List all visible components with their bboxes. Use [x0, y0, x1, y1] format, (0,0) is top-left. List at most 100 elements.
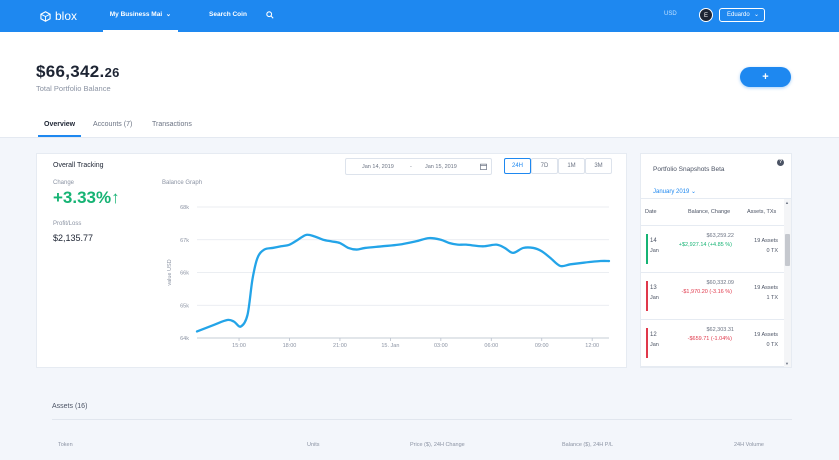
- add-button[interactable]: +: [740, 67, 791, 87]
- snapshot-assets: 19 Assets: [754, 285, 778, 291]
- scroll-down-icon[interactable]: ▼: [785, 361, 789, 366]
- snapshot-month: Jan: [650, 342, 659, 348]
- chevron-down-icon: ⌄: [689, 189, 697, 195]
- snapshot-tx: 0 TX: [766, 248, 778, 254]
- nav-search-coin[interactable]: Search Coin: [209, 0, 247, 32]
- snapshots-title: Portfolio Snapshots Beta: [653, 166, 725, 173]
- total-balance: $66,342.26: [36, 62, 120, 82]
- snapshot-day: 14: [650, 238, 657, 244]
- blox-logo-icon: [40, 10, 51, 22]
- profit-loss-label: Profit/Loss: [53, 221, 82, 227]
- col-24h-volume[interactable]: 24H Volume: [734, 442, 764, 448]
- col-price-change[interactable]: Price ($), 24H Change: [410, 442, 465, 448]
- chevron-down-icon: ⌄: [163, 11, 172, 18]
- trend-bar: [646, 328, 648, 358]
- change-percent: +3.33%: [53, 188, 112, 207]
- arrow-up-icon: ↑: [111, 188, 120, 207]
- range-3m-button[interactable]: 3M: [585, 158, 612, 174]
- y-tick-label: 64k: [180, 336, 189, 342]
- snapshot-row[interactable]: 11Jan$62,963.2219 Assets: [641, 366, 784, 367]
- tracking-title: Overall Tracking: [53, 162, 104, 169]
- range-24h-button[interactable]: 24H: [504, 158, 531, 174]
- range-7d-button[interactable]: 7D: [531, 158, 558, 174]
- divider: [52, 419, 792, 420]
- currency-selector[interactable]: USD: [664, 11, 677, 17]
- x-tick-label: 06:00: [484, 343, 498, 349]
- chevron-down-icon: ⌄: [753, 12, 759, 18]
- tab-accounts[interactable]: Accounts (7): [93, 121, 132, 128]
- snapshot-day: 13: [650, 285, 657, 291]
- snapshot-balance: $63,259.22: [706, 233, 734, 239]
- month-label: January 2019: [653, 189, 690, 195]
- user-name: Eduardo: [727, 12, 750, 18]
- col-balance-pl[interactable]: Balance ($), 24H P/L: [562, 442, 613, 448]
- snapshot-change: +$2,927.14 (+4.85 %): [678, 242, 732, 248]
- avatar[interactable]: E: [699, 8, 713, 22]
- snapshot-balance: $60,332.09: [706, 280, 734, 286]
- month-selector[interactable]: January 2019 ⌄: [653, 188, 696, 195]
- scroll-up-icon[interactable]: ▲: [785, 200, 789, 205]
- balance-chart: 68k 67k 66k 65k 64k 15:00 18:00 21:00 15. Jan 03:…: [167, 205, 611, 349]
- profit-loss-value: $2,135.77: [53, 233, 94, 243]
- overall-tracking-card: Overall Tracking Jan 14, 2019 - Jan 15, …: [36, 153, 627, 368]
- logo-text: blox: [55, 9, 78, 23]
- range-1m-button[interactable]: 1M: [558, 158, 585, 174]
- help-icon[interactable]: ?: [777, 159, 784, 166]
- col-units[interactable]: Units: [307, 442, 320, 448]
- x-tick-label: 18:00: [283, 343, 297, 349]
- snapshot-assets: 19 Assets: [754, 332, 778, 338]
- col-token[interactable]: Token: [58, 442, 73, 448]
- y-tick-label: 68k: [180, 205, 189, 211]
- active-tab-indicator: [38, 135, 81, 137]
- snapshot-row[interactable]: 12 Jan $62,303.31 -$659.71 (-1.04%) 19 Asset…: [641, 319, 784, 365]
- balance-series-line: [195, 233, 611, 333]
- col-date: Date: [645, 209, 657, 215]
- x-tick-label: 12:00: [585, 343, 599, 349]
- snapshot-balance: $62,303.31: [706, 327, 734, 333]
- x-tick-label: 21:00: [333, 343, 347, 349]
- snapshot-tx: 0 TX: [766, 342, 778, 348]
- date-from: Jan 14, 2019: [362, 164, 394, 170]
- snapshot-month: Jan: [650, 295, 659, 301]
- scroll-thumb[interactable]: [785, 234, 790, 266]
- y-tick-label: 65k: [180, 303, 189, 309]
- search-icon[interactable]: [266, 11, 274, 19]
- snapshot-row[interactable]: 14 Jan $63,259.22 +$2,927.14 (+4.85 %) 19 As…: [641, 225, 784, 271]
- top-nav: blox My Business Mai ⌄ Search Coin USD E…: [0, 0, 839, 32]
- logo[interactable]: blox: [40, 9, 77, 23]
- balance-main: $66,342.: [36, 62, 105, 81]
- col-assets-txs: Assets, TXs: [747, 209, 777, 215]
- snapshot-change: -$659.71 (-1.04%): [687, 336, 732, 342]
- nav-business-label: My Business Mai: [109, 11, 163, 18]
- divider: [641, 198, 791, 199]
- balance-cents: 26: [104, 65, 120, 80]
- y-tick-label: 66k: [180, 271, 189, 277]
- snapshot-month: Jan: [650, 248, 659, 254]
- portfolio-header: $66,342.26 Total Portfolio Balance + Ove…: [0, 32, 839, 138]
- date-separator: -: [410, 164, 412, 170]
- snapshot-row[interactable]: 13 Jan $60,332.09 -$1,970.20 (-3.16 %) 19 As…: [641, 272, 784, 318]
- tab-overview[interactable]: Overview: [44, 121, 75, 128]
- scrollbar[interactable]: ▲ ▼: [784, 199, 791, 367]
- x-tick-label: 09:00: [535, 343, 549, 349]
- snapshot-day: 12: [650, 332, 657, 338]
- change-value: +3.33%↑: [53, 188, 120, 208]
- portfolio-snapshots-card: Portfolio Snapshots Beta ? January 2019 …: [640, 153, 792, 368]
- snapshot-tx: 1 TX: [766, 295, 778, 301]
- change-label: Change: [53, 180, 75, 186]
- nav-search-label: Search Coin: [209, 11, 247, 18]
- x-tick-label: 15:00: [232, 343, 246, 349]
- calendar-icon: [480, 163, 487, 170]
- tab-transactions[interactable]: Transactions: [152, 121, 192, 128]
- date-range-picker[interactable]: Jan 14, 2019 - Jan 15, 2019: [345, 158, 492, 175]
- balance-label: Total Portfolio Balance: [36, 84, 111, 93]
- nav-business-dropdown[interactable]: My Business Mai ⌄: [103, 0, 178, 32]
- assets-title: Assets (16): [52, 403, 88, 410]
- col-balance-change: Balance, Change: [688, 209, 731, 215]
- trend-bar: [646, 281, 648, 311]
- snapshot-change: -$1,970.20 (-3.16 %): [681, 289, 732, 295]
- trend-bar: [646, 234, 648, 264]
- y-tick-label: 67k: [180, 238, 189, 244]
- user-dropdown[interactable]: Eduardo ⌄: [719, 8, 765, 22]
- balance-graph-label: Balance Graph: [162, 180, 203, 186]
